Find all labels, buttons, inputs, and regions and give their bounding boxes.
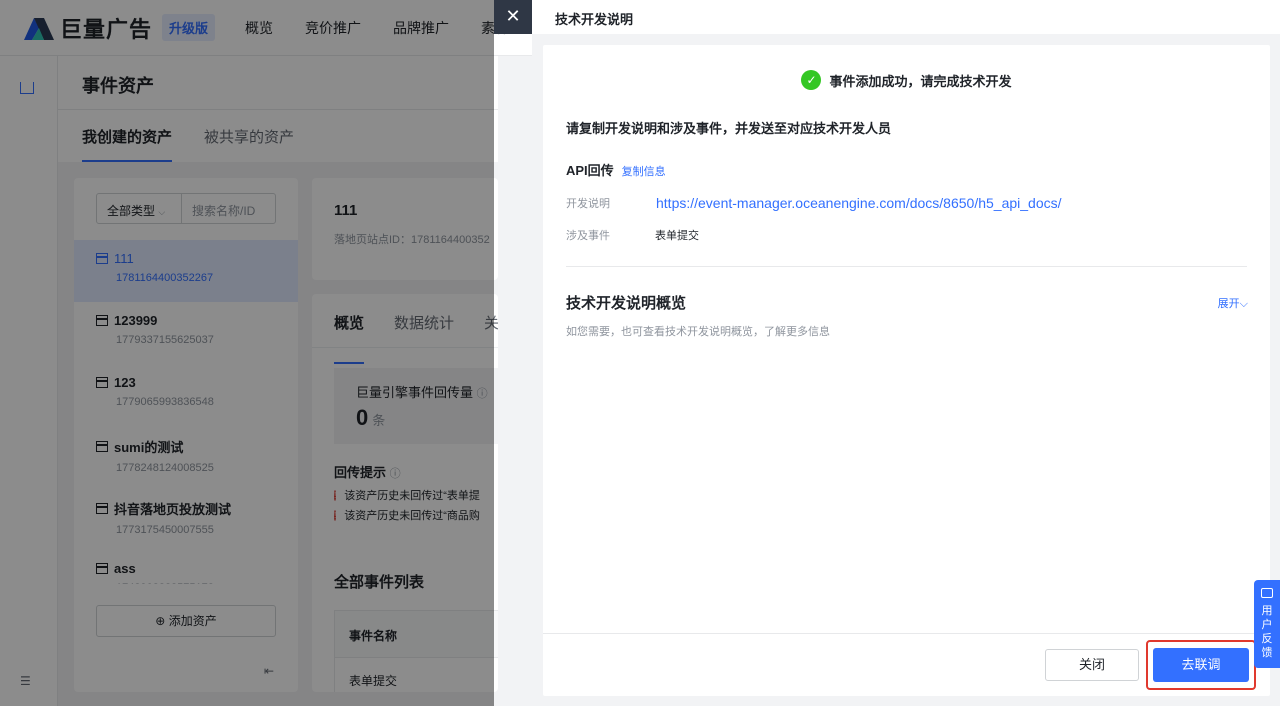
tech-dev-drawer: 技术开发说明 ✓ 事件添加成功，请完成技术开发 请复制开发说明和涉及事件，并发送… <box>532 0 1280 706</box>
overview-description: 如您需要，也可查看技术开发说明概览，了解更多信息 <box>566 326 830 338</box>
copy-info-link[interactable]: 复制信息 <box>622 163 666 179</box>
instruction-text: 请复制开发说明和涉及事件，并发送至对应技术开发人员 <box>566 121 892 136</box>
drawer-body: ✓ 事件添加成功，请完成技术开发 请复制开发说明和涉及事件，并发送至对应技术开发… <box>543 45 1270 696</box>
doc-row: 开发说明 https://event-manager.oceanengine.c… <box>566 195 1062 211</box>
close-icon[interactable]: ✕ <box>494 0 532 34</box>
check-circle-icon: ✓ <box>801 70 822 90</box>
doc-key: 开发说明 <box>566 198 610 210</box>
success-message: ✓ 事件添加成功，请完成技术开发 <box>543 70 1270 90</box>
success-text: 事件添加成功，请完成技术开发 <box>829 73 1012 89</box>
divider <box>566 266 1247 267</box>
feedback-label: 用户反馈 <box>1261 605 1273 659</box>
events-row: 涉及事件 表单提交 <box>566 227 699 243</box>
expand-label: 展开 <box>1217 298 1240 310</box>
drawer-title: 技术开发说明 <box>532 0 1280 34</box>
overview-title: 技术开发说明概览 <box>566 295 687 312</box>
go-debug-button[interactable]: 去联调 <box>1153 648 1249 682</box>
feedback-tab[interactable]: 用户反馈 <box>1254 580 1280 668</box>
api-label: API回传 <box>566 163 614 178</box>
overlay-mask[interactable] <box>0 0 494 706</box>
close-button[interactable]: 关闭 <box>1045 649 1139 681</box>
events-key: 涉及事件 <box>566 230 610 242</box>
footer-divider <box>543 633 1270 634</box>
chevron-down-icon: ⌵ <box>1239 298 1248 310</box>
message-icon <box>1261 588 1273 598</box>
api-section: API回传 复制信息 <box>566 160 666 179</box>
doc-url-link[interactable]: https://event-manager.oceanengine.com/do… <box>656 195 1062 211</box>
events-value: 表单提交 <box>655 230 699 242</box>
expand-link[interactable]: 展开⌵ <box>1218 295 1248 311</box>
